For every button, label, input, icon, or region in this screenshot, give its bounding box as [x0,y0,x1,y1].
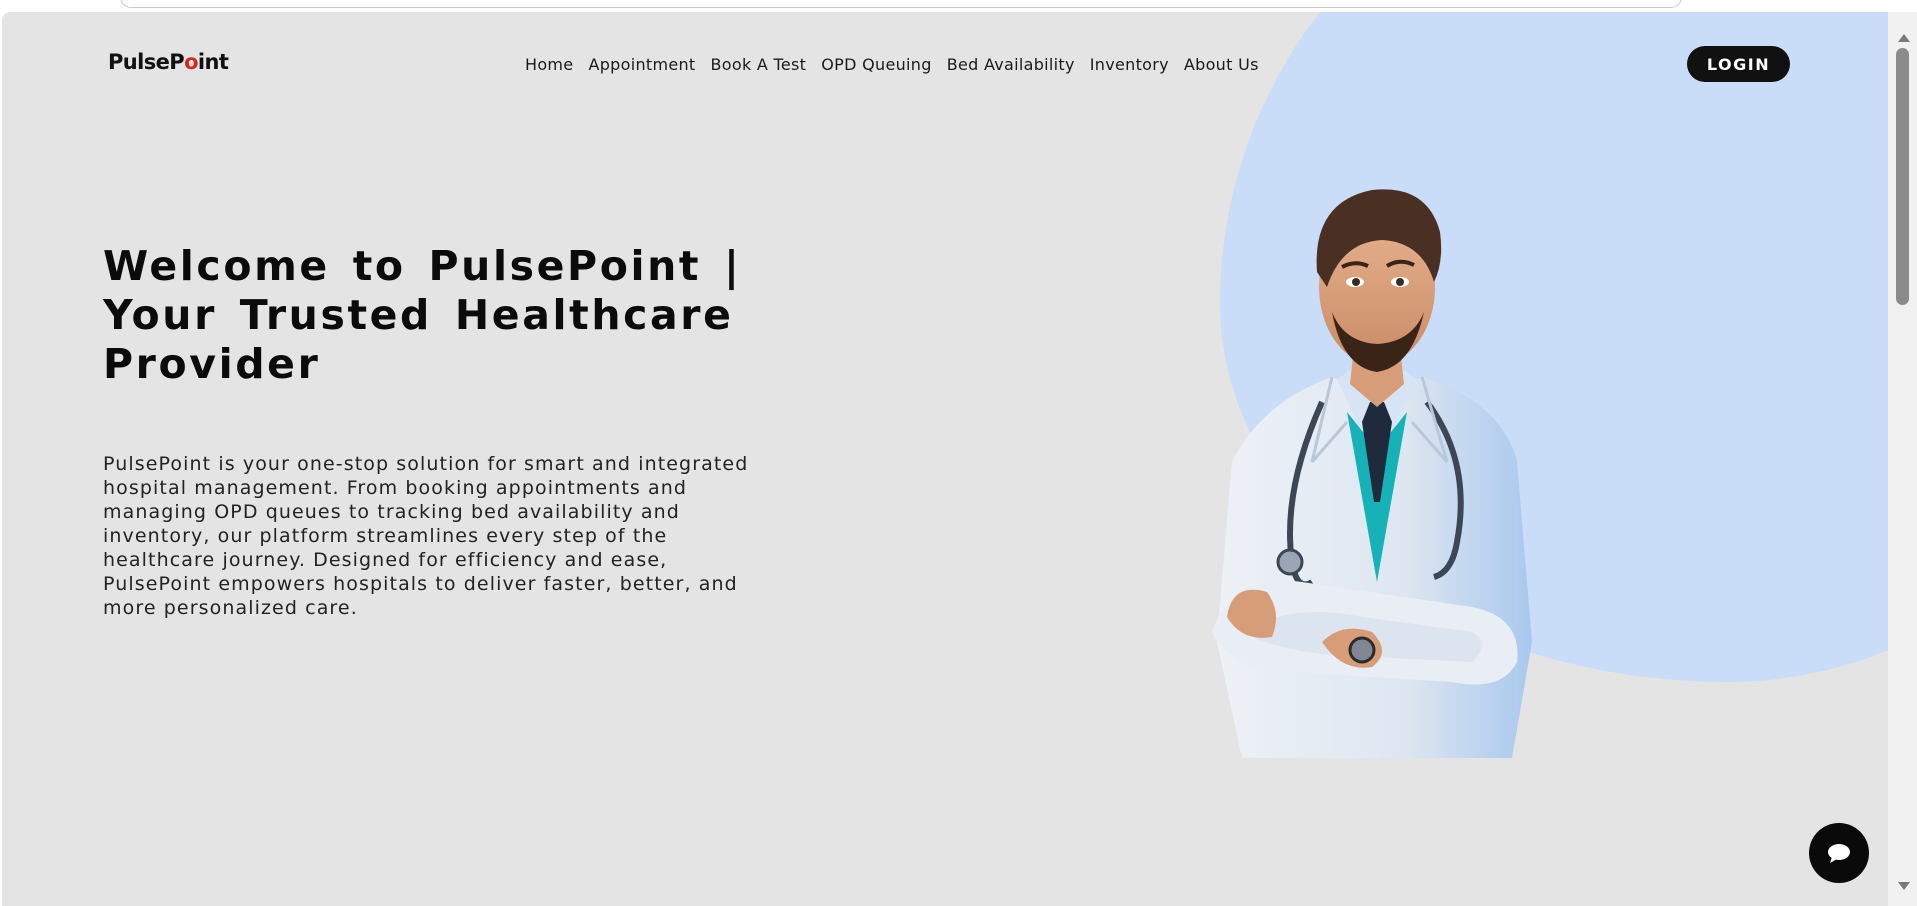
scroll-down-arrow-icon[interactable] [1898,882,1910,890]
scroll-thumb[interactable] [1896,48,1909,305]
nav-link-book-a-test[interactable]: Book A Test [711,55,807,74]
logo-pin-icon: o [184,50,198,74]
nav-links: Home Appointment Book A Test OPD Queuing… [525,55,1259,74]
navbar: PulsePoint Home Appointment Book A Test … [2,44,1888,84]
doctor-illustration [1212,189,1532,758]
scroll-up-arrow-icon[interactable] [1898,34,1910,42]
browser-toolbar [0,0,1917,12]
nav-link-opd-queuing[interactable]: OPD Queuing [821,55,931,74]
nav-link-bed-availability[interactable]: Bed Availability [947,55,1075,74]
login-button[interactable]: LOGIN [1687,46,1790,82]
chat-bubble-icon [1828,844,1850,863]
nav-link-home[interactable]: Home [525,55,573,74]
nav-link-inventory[interactable]: Inventory [1090,55,1169,74]
address-bar[interactable] [120,0,1682,8]
hero-title: Welcome to PulsePoint | Your Trusted Hea… [103,242,742,388]
brand-logo[interactable]: PulsePoint [108,50,229,74]
page-viewport: PulsePoint Home Appointment Book A Test … [2,12,1888,906]
nav-link-appointment[interactable]: Appointment [588,55,695,74]
nav-link-about-us[interactable]: About Us [1184,55,1259,74]
logo-text-end: int [197,50,229,74]
logo-text-start: PulseP [108,50,185,74]
chat-button[interactable] [1809,823,1869,883]
page-scrollbar[interactable] [1888,12,1917,906]
hero-description: PulsePoint is your one-stop solution for… [103,453,749,619]
